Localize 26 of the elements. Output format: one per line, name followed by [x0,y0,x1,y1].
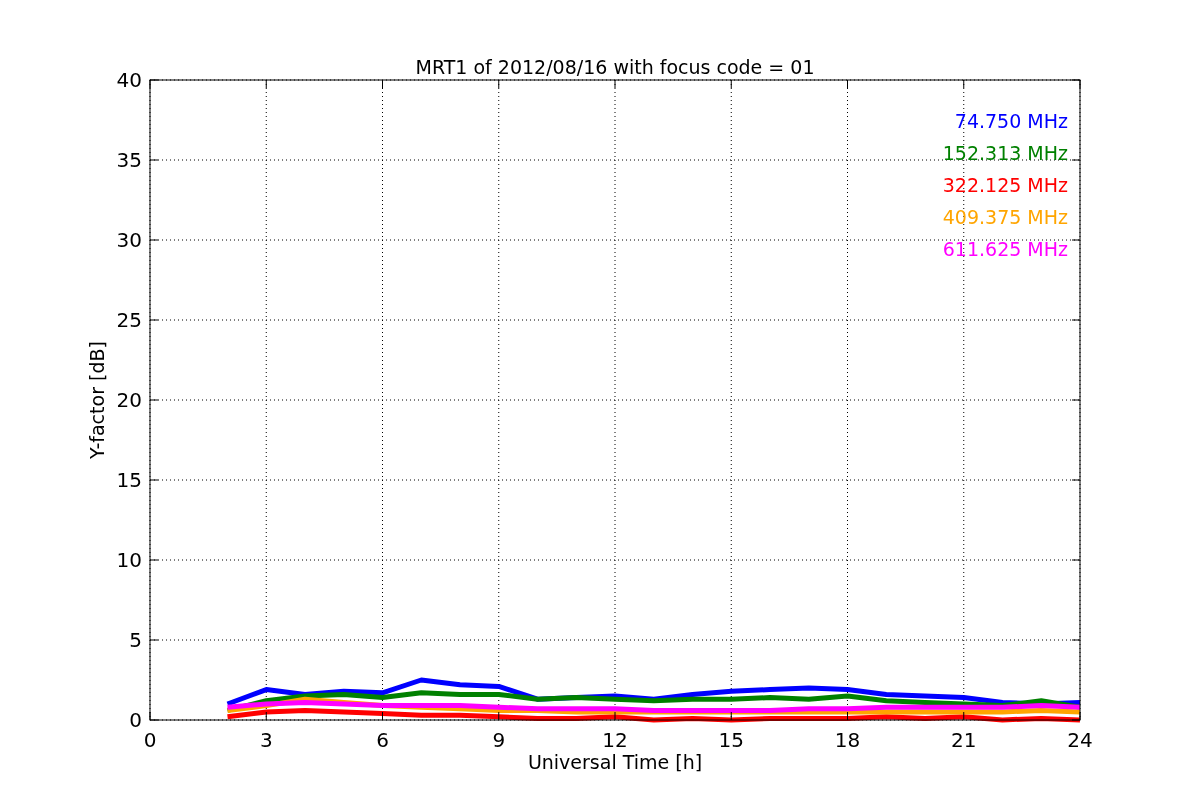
x-tick-label: 9 [492,728,506,752]
chart-title: MRT1 of 2012/08/16 with focus code = 01 [415,56,815,78]
series-label: 611.625 MHz [942,238,1068,260]
series-label: 74.750 MHz [954,110,1068,132]
x-tick-label: 3 [259,728,273,752]
series-label: 409.375 MHz [942,206,1068,228]
y-axis-label: Y-factor [dB] [86,341,108,459]
x-tick-label: 6 [376,728,389,752]
x-tick-label: 18 [834,728,861,752]
x-axis-label: Universal Time [h] [527,751,703,773]
y-tick-label: 5 [129,628,142,652]
x-tick-label: 12 [602,728,628,752]
x-tick-label: 21 [951,728,977,752]
series-label: 322.125 MHz [942,174,1068,196]
y-tick-label: 15 [116,468,142,492]
y-tick-label: 0 [129,708,142,732]
y-tick-label: 30 [116,228,142,252]
y-tick-label: 10 [116,548,142,572]
x-tick-label: 0 [143,728,157,752]
x-tick-label: 15 [718,728,744,752]
y-tick-label: 35 [116,148,142,172]
y-tick-label: 20 [116,388,142,412]
series-label: 152.313 MHz [942,142,1068,164]
y-tick-label: 40 [116,68,142,92]
y-tick-label: 25 [116,308,142,332]
x-tick-label: 24 [1067,728,1093,752]
